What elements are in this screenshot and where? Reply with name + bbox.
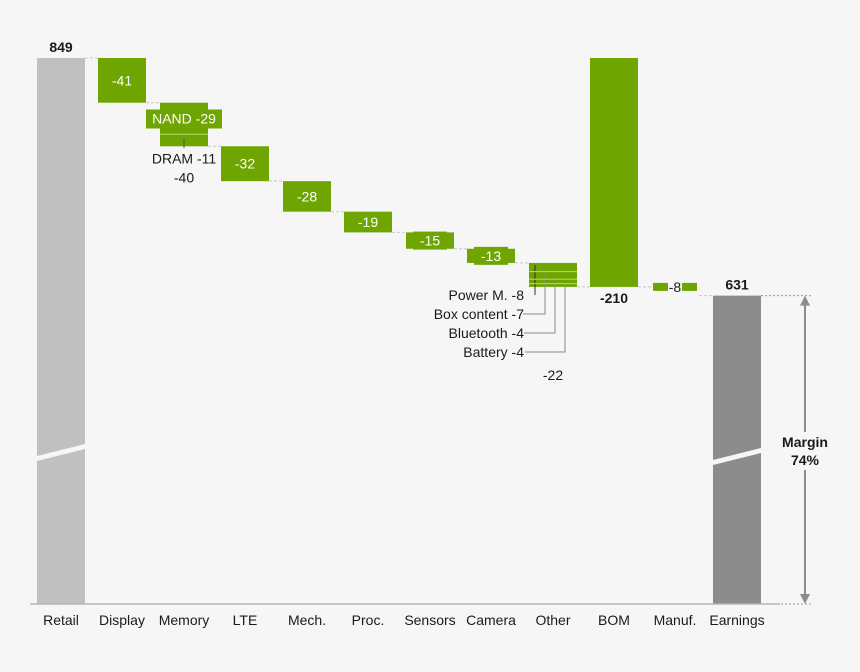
category-axis: Retail Display Memory LTE Mech. Proc. Sensors C… [43, 612, 765, 628]
arrow-down-icon [800, 594, 810, 604]
leader-line [524, 281, 556, 334]
total-label: 631 [725, 277, 749, 293]
segment-label-dram: DRAM -11 [152, 150, 217, 166]
category-label-display: Display [99, 612, 145, 628]
margin-label: Margin [782, 434, 828, 450]
category-label-camera: Camera [466, 612, 516, 628]
category-label-memory: Memory [159, 612, 210, 628]
bar-manuf-right [682, 282, 697, 291]
margin-annotation: Margin 74% [777, 295, 833, 604]
delta-label: -41 [112, 72, 132, 88]
category-label-proc: Proc. [352, 612, 385, 628]
segment-label: Power M. -8 [449, 287, 525, 303]
category-label-earnings: Earnings [709, 612, 764, 628]
segment-label: Box content -7 [434, 306, 524, 322]
category-label-other: Other [535, 612, 570, 628]
segment-label: Bluetooth -4 [449, 325, 525, 341]
delta-label: -13 [481, 248, 501, 264]
bar-manuf-left [653, 282, 668, 291]
delta-label: -8 [669, 279, 682, 295]
waterfall-chart: 849 -41 NAND -29 DRAM -11 -40 -32 -28 -19 -15 -13… [30, 39, 833, 628]
delta-label: -40 [174, 169, 194, 185]
labels-group: 849 -41 NAND -29 DRAM -11 -40 -32 -28 -19 -15 -13… [49, 39, 749, 383]
total-label: 849 [49, 39, 73, 55]
delta-label: -22 [543, 367, 563, 383]
segment-label-nand: NAND -29 [152, 110, 216, 126]
bars-group [37, 58, 761, 604]
category-label-lte: LTE [233, 612, 258, 628]
arrow-up-icon [800, 295, 810, 306]
bom-label: -210 [600, 290, 628, 306]
bar-bom [590, 58, 638, 287]
delta-label: -15 [420, 233, 440, 249]
category-label-manuf: Manuf. [654, 612, 697, 628]
category-label-retail: Retail [43, 612, 79, 628]
margin-percent: 74% [791, 452, 820, 468]
category-label-sensors: Sensors [404, 612, 455, 628]
delta-label: -19 [358, 214, 378, 230]
segment-label: Battery -4 [463, 344, 524, 360]
category-label-mech: Mech. [288, 612, 326, 628]
delta-label: -28 [297, 188, 317, 204]
bar-retail [37, 58, 85, 604]
delta-label: -32 [235, 156, 255, 172]
category-label-bom: BOM [598, 612, 630, 628]
